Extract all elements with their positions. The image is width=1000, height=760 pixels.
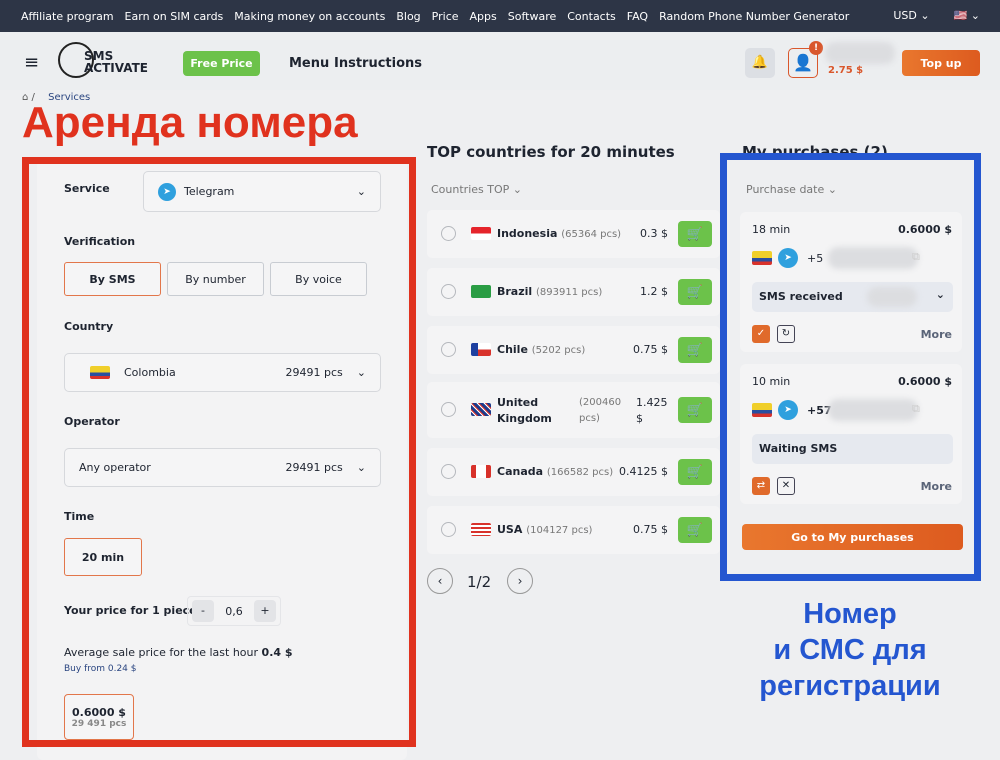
country-flag-icon — [471, 403, 491, 416]
country-name-group: Indonesia (65364 pcs) — [497, 227, 621, 240]
country-row[interactable]: United Kingdom (200460 pcs) 1.425 $ 🛒 — [427, 382, 720, 438]
balance: 2.75 $ — [828, 65, 864, 76]
country-price: 0.3 $ — [640, 227, 668, 240]
annotation-line: и СМС для — [773, 634, 927, 666]
country-price: 1.425 $ — [636, 396, 668, 425]
currency-label: USD — [893, 9, 917, 22]
top-nav: Affiliate program Earn on SIM cards Maki… — [0, 0, 1000, 32]
country-pcs: (104127 pcs) — [526, 525, 593, 536]
country-row[interactable]: Chile (5202 pcs) 0.75 $ 🛒 — [427, 326, 720, 374]
country-name-group: Canada (166582 pcs) — [497, 465, 613, 478]
language-flag-icon[interactable]: 🇺🇸 ⌄ — [954, 9, 980, 22]
country-flag-icon — [471, 227, 491, 240]
page-indicator: 1/2 — [467, 573, 492, 591]
country-pcs: (5202 pcs) — [531, 345, 586, 356]
country-name-group: USA (104127 pcs) — [497, 523, 592, 536]
country-name: Indonesia — [497, 227, 558, 240]
sort-label: Countries TOP — [431, 183, 510, 196]
nav-earn-sim[interactable]: Earn on SIM cards — [125, 10, 224, 23]
country-row[interactable]: Canada (166582 pcs) 0.4125 $ 🛒 — [427, 448, 720, 496]
country-row[interactable]: USA (104127 pcs) 0.75 $ 🛒 — [427, 506, 720, 554]
instructions-link[interactable]: Instructions — [334, 56, 422, 71]
country-name: Canada — [497, 465, 544, 478]
country-row[interactable]: Indonesia (65364 pcs) 0.3 $ 🛒 — [427, 210, 720, 258]
cart-button[interactable]: 🛒 — [678, 279, 712, 305]
country-radio[interactable] — [441, 464, 456, 479]
cart-button[interactable]: 🛒 — [678, 337, 712, 363]
country-radio[interactable] — [441, 226, 456, 241]
cart-button[interactable]: 🛒 — [678, 459, 712, 485]
country-radio[interactable] — [441, 342, 456, 357]
menu-icon[interactable]: ≡ — [24, 52, 39, 73]
header: ≡ SMS ACTIVATE Free Price Menu Instructi… — [0, 32, 1000, 90]
nav-price[interactable]: Price — [432, 10, 459, 23]
menu-link[interactable]: Menu — [289, 56, 329, 71]
country-name: Chile — [497, 343, 528, 356]
cart-button[interactable]: 🛒 — [678, 221, 712, 247]
country-price: 0.75 $ — [633, 343, 668, 356]
nav-accounts[interactable]: Making money on accounts — [234, 10, 385, 23]
annotation-line: регистрации — [759, 670, 941, 702]
currency-select[interactable]: USD ⌄ — [893, 9, 929, 22]
nav-affiliate[interactable]: Affiliate program — [21, 10, 114, 23]
bell-icon[interactable]: 🔔 — [745, 48, 775, 78]
nav-blog[interactable]: Blog — [396, 10, 420, 23]
prev-page-button[interactable]: ‹ — [427, 568, 453, 594]
purchases-annotation-box — [720, 153, 981, 581]
nav-apps[interactable]: Apps — [470, 10, 497, 23]
country-name: United Kingdom — [497, 396, 552, 425]
country-radio[interactable] — [441, 522, 456, 537]
country-flag-icon — [471, 285, 491, 298]
nav-random-number[interactable]: Random Phone Number Generator — [659, 10, 849, 23]
country-price: 0.75 $ — [633, 523, 668, 536]
annotation-line: Номер — [803, 598, 897, 630]
country-pcs: (200460 pcs) — [579, 397, 622, 424]
country-name-group: Chile (5202 pcs) — [497, 343, 585, 356]
country-row[interactable]: Brazil (893911 pcs) 1.2 $ 🛒 — [427, 268, 720, 316]
logo[interactable]: SMS ACTIVATE — [58, 40, 166, 82]
countries-sort[interactable]: Countries TOP ⌄ — [431, 183, 522, 196]
country-flag-icon — [471, 523, 491, 536]
nav-faq[interactable]: FAQ — [627, 10, 648, 23]
country-flag-icon — [471, 465, 491, 478]
country-pcs: (893911 pcs) — [536, 287, 603, 298]
cart-button[interactable]: 🛒 — [678, 517, 712, 543]
country-pcs: (65364 pcs) — [561, 229, 622, 240]
next-page-button[interactable]: › — [507, 568, 533, 594]
number-sms-annotation: Номер и СМС для регистрации — [730, 596, 970, 704]
free-price-button[interactable]: Free Price — [183, 51, 260, 76]
logo-text: SMS ACTIVATE — [84, 49, 148, 75]
cart-button[interactable]: 🛒 — [678, 397, 712, 423]
top-countries-title: TOP countries for 20 minutes — [427, 143, 675, 161]
country-name-group: Brazil (893911 pcs) — [497, 285, 602, 298]
country-price: 1.2 $ — [640, 285, 668, 298]
rent-annotation-box — [22, 157, 416, 747]
country-radio[interactable] — [441, 284, 456, 299]
country-price: 0.4125 $ — [619, 465, 668, 478]
username-blurred — [825, 42, 895, 64]
notification-badge: ! — [809, 41, 823, 55]
nav-contacts[interactable]: Contacts — [567, 10, 616, 23]
country-flag-icon — [471, 343, 491, 356]
country-radio[interactable] — [441, 402, 456, 417]
nav-software[interactable]: Software — [508, 10, 557, 23]
country-name: Brazil — [497, 285, 533, 298]
rent-annotation-title: Аренда номера — [22, 98, 358, 147]
country-name: USA — [497, 523, 523, 536]
top-up-button[interactable]: Top up — [902, 50, 980, 76]
country-pcs: (166582 pcs) — [546, 467, 614, 478]
